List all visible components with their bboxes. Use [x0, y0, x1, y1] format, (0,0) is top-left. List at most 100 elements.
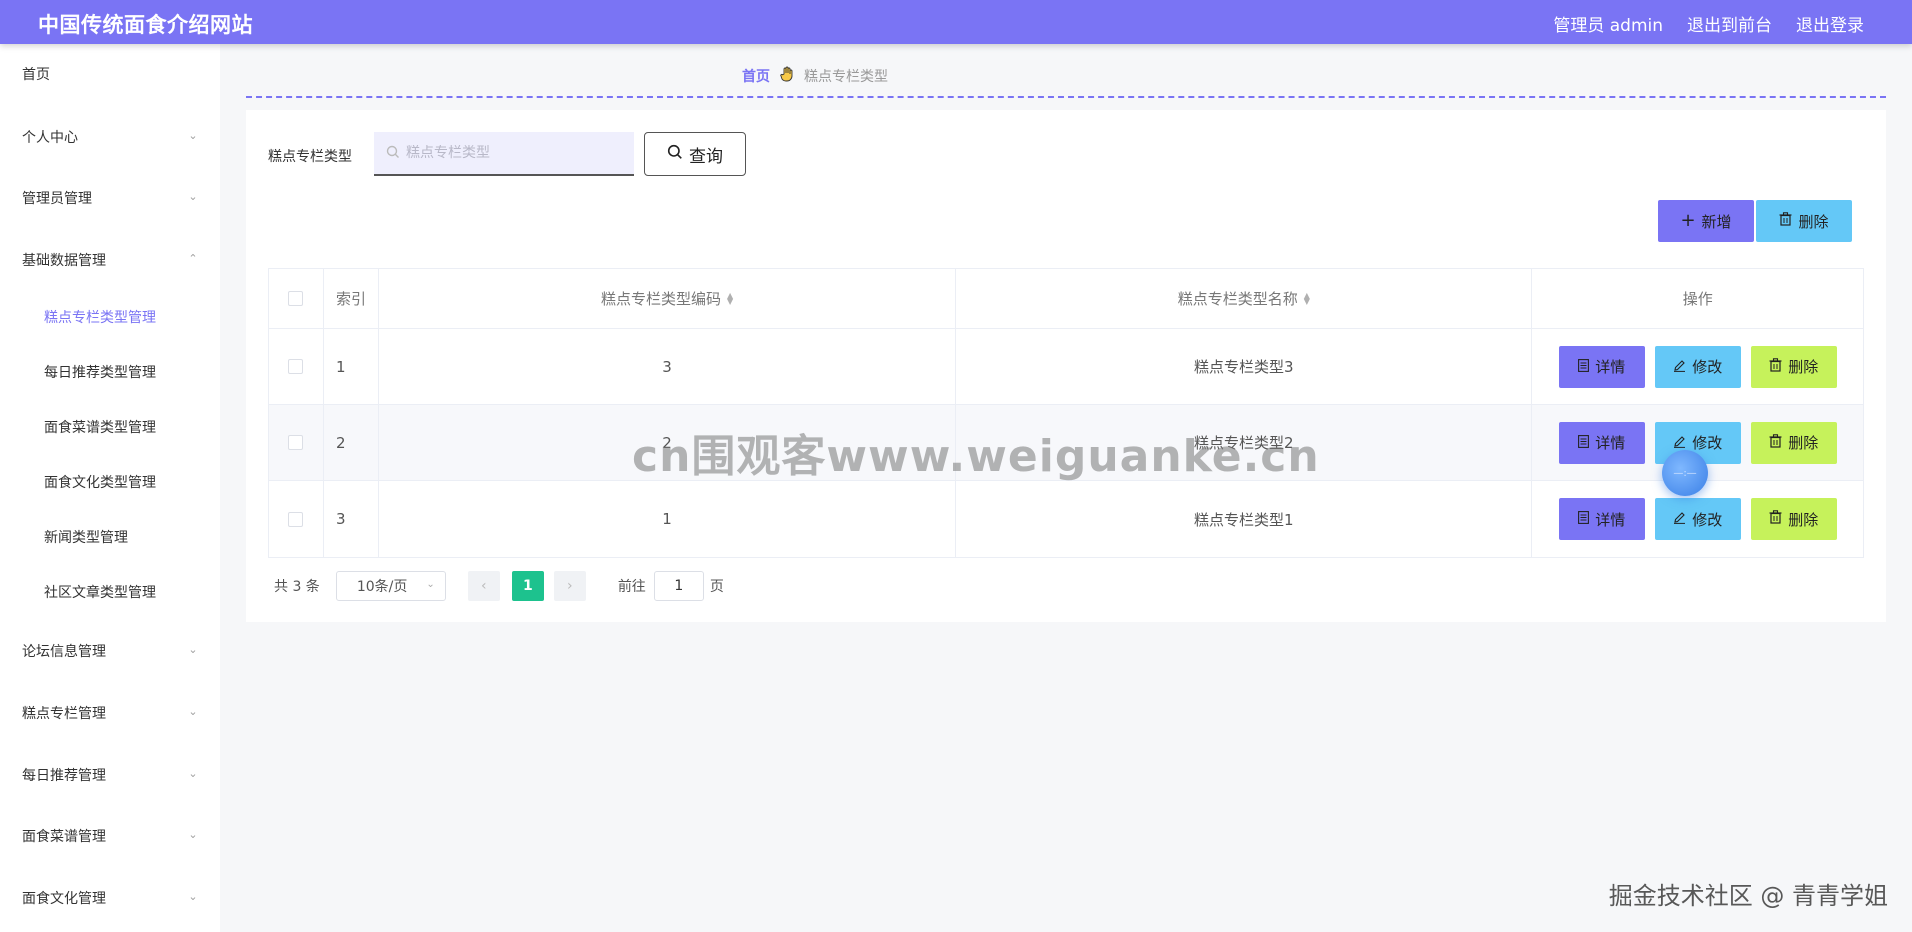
pagination: 共 3 条 10条/页 ⌄ ‹ 1 › 前往 页 [268, 570, 724, 602]
sidebar-item-label: 每日推荐类型管理 [44, 365, 156, 381]
pagination-total: 共 3 条 [274, 579, 320, 595]
chevron-down-icon: ⌄ [188, 643, 198, 656]
chevron-down-icon: ⌄ [188, 129, 198, 142]
top-bar: 中国传统面食介绍网站 管理员 admin 退出到前台 退出登录 [0, 0, 1912, 44]
detail-button[interactable]: 详情 [1558, 498, 1645, 540]
jump-label: 前往 [617, 579, 646, 595]
sidebar-item-news-type[interactable]: 新闻类型管理 [0, 517, 220, 557]
row-checkbox[interactable] [288, 359, 304, 374]
row-check-cell [269, 329, 324, 404]
edit-button-label: 修改 [1692, 434, 1723, 452]
sidebar-item-label: 社区文章类型管理 [44, 585, 156, 601]
search-icon [667, 144, 683, 165]
chevron-down-icon: ⌄ [426, 579, 435, 590]
sort-icon[interactable]: ▲ ▼ [1304, 291, 1310, 305]
batch-delete-button[interactable]: 删除 [1756, 200, 1852, 242]
sidebar-item-recipe[interactable]: 面食菜谱管理 ⌄ [0, 816, 220, 856]
chevron-right-icon: › [567, 578, 573, 594]
delete-button[interactable]: 删除 [1750, 498, 1837, 540]
breadcrumb: 首页 糕点专栏类型 [742, 66, 888, 86]
page-size-value: 10条/页 [356, 579, 408, 595]
logout-link[interactable]: 退出登录 [1796, 11, 1864, 36]
page-number-current[interactable]: 1 [511, 571, 544, 601]
row-name: 糕点专栏类型1 [956, 481, 1533, 557]
main-panel: 糕点专栏类型 查询 + 新增 删除 索引 糕点专栏类型编码 ▲▼ [246, 110, 1886, 622]
sidebar-item-label: 面食文化管理 [22, 891, 106, 907]
edit-button[interactable]: 修改 [1654, 345, 1741, 388]
sidebar-item-label: 糕点专栏类型管理 [44, 310, 156, 326]
sidebar-item-culture[interactable]: 面食文化管理 ⌄ [0, 878, 220, 918]
sort-icon[interactable]: ▲ ▼ [727, 291, 733, 305]
delete-button[interactable]: 删除 [1750, 421, 1837, 464]
site-title: 中国传统面食介绍网站 [38, 13, 253, 37]
sidebar: 首页 个人中心 ⌄ 管理员管理 ⌄ 基础数据管理 ⌃ 糕点专栏类型管理 每日推荐… [0, 44, 220, 932]
search-box[interactable] [374, 132, 634, 176]
table-row: 3 1 糕点专栏类型1 详情 修改 删除 [269, 481, 1863, 557]
detail-button-label: 详情 [1595, 358, 1626, 376]
jump-page-input[interactable] [653, 571, 704, 601]
row-name: 糕点专栏类型3 [956, 329, 1533, 404]
document-icon [1578, 358, 1590, 376]
row-code: 3 [379, 329, 957, 404]
row-check-cell [269, 405, 324, 480]
header-name[interactable]: 糕点专栏类型名称 ▲ ▼ [956, 269, 1533, 328]
edit-button[interactable]: 修改 [1654, 498, 1741, 540]
to-frontend-link[interactable]: 退出到前台 [1687, 11, 1772, 36]
header-name-label: 糕点专栏类型名称 [1177, 290, 1298, 308]
sidebar-item-label: 每日推荐管理 [22, 768, 106, 784]
search-icon [386, 144, 400, 163]
trash-icon [1769, 433, 1782, 452]
sidebar-item-label: 首页 [22, 67, 50, 83]
plus-icon: + [1680, 210, 1696, 231]
row-check-cell [269, 481, 324, 557]
chevron-down-icon: ⌄ [188, 767, 198, 780]
breadcrumb-divider [246, 96, 1886, 98]
breadcrumb-home[interactable]: 首页 [742, 66, 770, 86]
query-button[interactable]: 查询 [644, 132, 746, 176]
select-all-checkbox[interactable] [288, 291, 304, 306]
chevron-left-icon: ‹ [481, 578, 487, 594]
search-input[interactable] [406, 145, 626, 161]
edit-icon [1673, 510, 1686, 528]
sidebar-item-forum[interactable]: 论坛信息管理 ⌄ [0, 631, 220, 671]
page-size-select[interactable]: 10条/页 ⌄ [335, 571, 446, 601]
detail-button[interactable]: 详情 [1558, 345, 1645, 388]
sidebar-item-label: 面食菜谱管理 [22, 829, 106, 845]
sidebar-item-pastry-type[interactable]: 糕点专栏类型管理 [0, 297, 220, 337]
query-button-label: 查询 [689, 146, 723, 167]
row-ops: 详情 修改 删除 [1532, 481, 1863, 557]
prev-page-button[interactable]: ‹ [467, 571, 500, 601]
admin-user-label[interactable]: 管理员 admin [1553, 11, 1663, 36]
sidebar-item-article-type[interactable]: 社区文章类型管理 [0, 572, 220, 612]
sidebar-item-admin-manage[interactable]: 管理员管理 ⌄ [0, 178, 220, 218]
trash-icon [1769, 510, 1782, 528]
sidebar-item-home[interactable]: 首页 [0, 54, 220, 94]
sidebar-item-base-data[interactable]: 基础数据管理 ⌃ [0, 240, 220, 280]
sidebar-item-culture-type[interactable]: 面食文化类型管理 [0, 462, 220, 502]
header-code[interactable]: 糕点专栏类型编码 ▲ ▼ [379, 269, 957, 328]
detail-button[interactable]: 详情 [1558, 421, 1645, 464]
chevron-down-icon: ⌄ [188, 190, 198, 203]
add-button[interactable]: + 新增 [1658, 200, 1754, 242]
floating-assistant-ball[interactable]: —:— [1662, 450, 1708, 496]
sidebar-item-recipe-type[interactable]: 面食菜谱类型管理 [0, 407, 220, 447]
sidebar-item-daily[interactable]: 每日推荐管理 ⌄ [0, 755, 220, 795]
row-checkbox[interactable] [288, 435, 304, 450]
edit-button-label: 修改 [1692, 358, 1723, 376]
row-index: 1 [324, 329, 379, 404]
add-button-label: 新增 [1701, 212, 1732, 231]
chevron-down-icon: ⌄ [188, 828, 198, 841]
sidebar-item-label: 糕点专栏管理 [22, 706, 106, 722]
sidebar-item-pastry-column[interactable]: 糕点专栏管理 ⌄ [0, 693, 220, 733]
delete-button[interactable]: 删除 [1750, 345, 1837, 388]
document-icon [1578, 434, 1590, 452]
next-page-button[interactable]: › [553, 571, 586, 601]
detail-button-label: 详情 [1595, 434, 1626, 452]
table-header-row: 索引 糕点专栏类型编码 ▲ ▼ 糕点专栏类型名称 ▲ ▼ 操作 [269, 269, 1863, 329]
sidebar-item-daily-type[interactable]: 每日推荐类型管理 [0, 352, 220, 392]
sidebar-item-label: 论坛信息管理 [22, 644, 106, 660]
row-checkbox[interactable] [288, 511, 304, 527]
sidebar-item-personal-center[interactable]: 个人中心 ⌄ [0, 117, 220, 157]
trash-icon [1779, 212, 1792, 230]
dots-icon: —:— [1673, 467, 1697, 479]
